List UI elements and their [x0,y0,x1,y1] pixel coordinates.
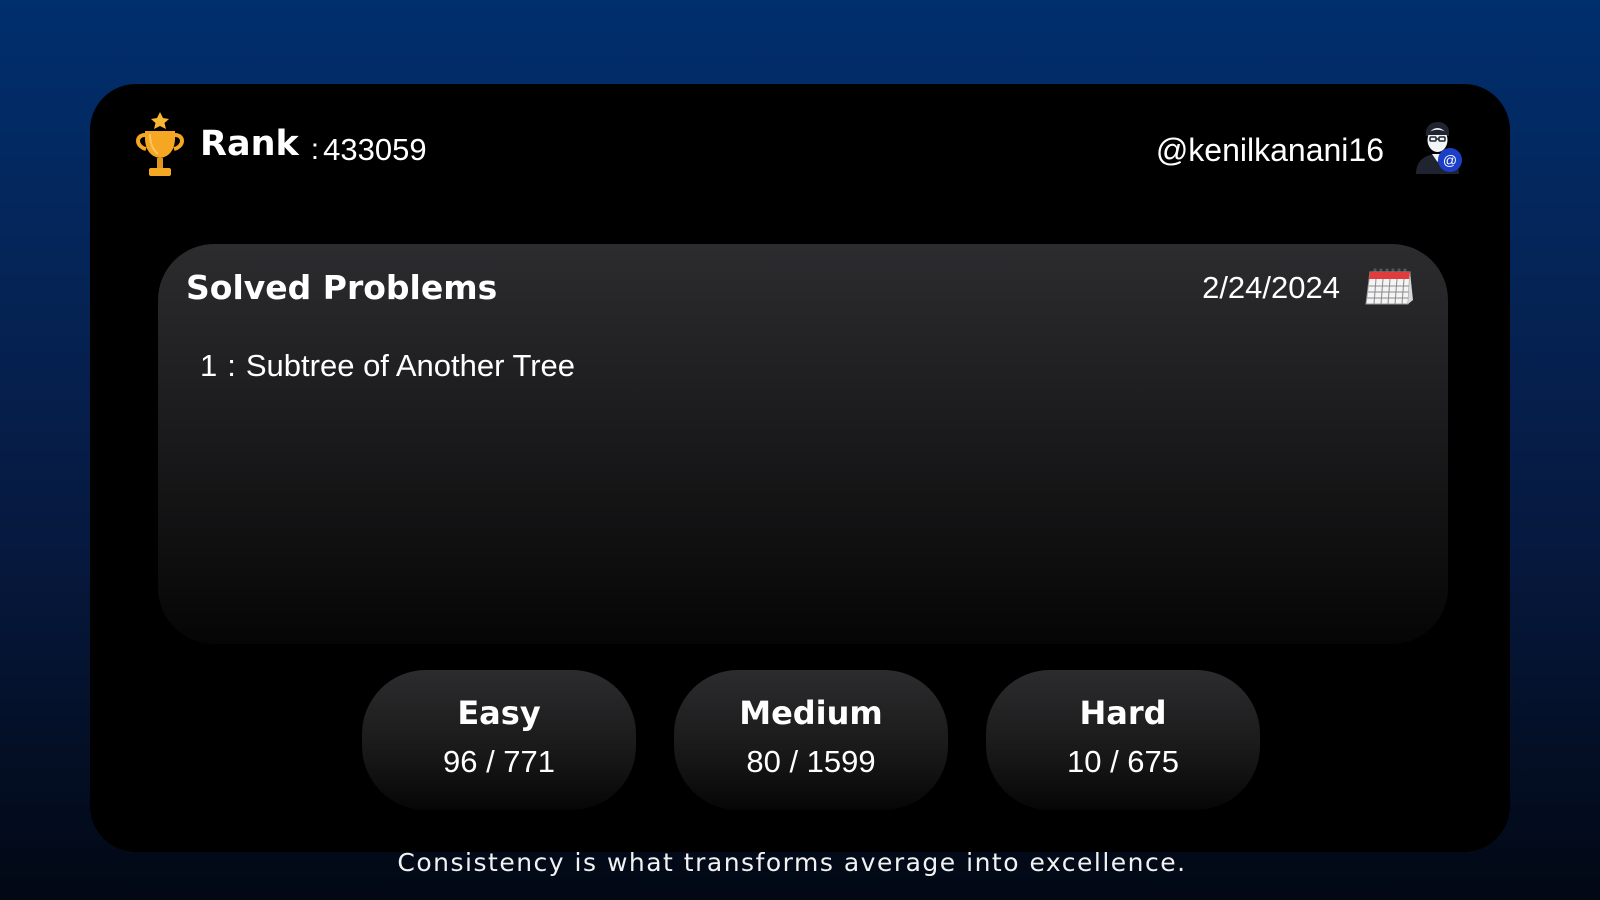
user-section: @kenilkanani16 @ [1156,120,1464,181]
user-at-icon: @ [1412,120,1464,181]
profile-card: Rank : 433059 @kenilkanani16 @ Solved Pr… [90,84,1510,852]
footer-quote: Consistency is what transforms average i… [397,848,1187,877]
easy-stat-card: Easy 96 / 771 [362,670,636,810]
solved-problems-panel: Solved Problems 2/24/2024 1: Subtree of… [158,244,1448,644]
hard-value: 10 / 675 [1066,744,1180,779]
svg-text:@: @ [1443,152,1457,168]
rank-value: 433059 [323,131,427,167]
solved-problems-title: Solved Problems [186,268,498,307]
list-item: 1 : Subtree of Another Tree [200,348,575,384]
easy-label: Easy [457,694,541,732]
problem-number: 1 [200,348,218,383]
medium-label: Medium [739,694,883,732]
hard-label: Hard [1079,694,1167,732]
rank-separator: : [310,132,320,166]
rank-label: Rank [200,123,299,164]
trophy-icon [132,110,200,185]
solved-date: 2/24/2024 [1202,270,1340,305]
problem-separator: : [227,348,236,383]
problem-list: 1 : Subtree of Another Tree [200,348,575,384]
problem-name: Subtree of Another Tree [245,348,576,383]
easy-value: 96 / 771 [442,744,556,779]
rank-section: Rank : 433059 [132,110,427,185]
medium-value: 80 / 1599 [746,744,876,779]
medium-stat-card: Medium 80 / 1599 [674,670,948,810]
hard-stat-card: Hard 10 / 675 [986,670,1260,810]
username: @kenilkanani16 [1155,132,1384,168]
